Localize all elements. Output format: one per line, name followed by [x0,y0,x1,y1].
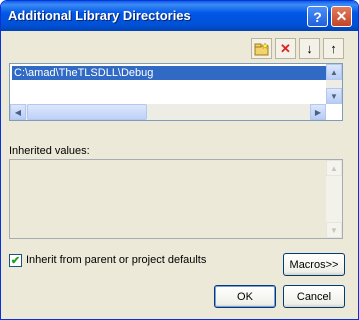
chevron-down-icon: ▼ [330,91,338,101]
move-down-button[interactable]: ↓ [299,38,320,59]
macros-button[interactable]: Macros>> [283,253,345,276]
chevron-right-icon: ▶ [314,107,322,117]
ok-button[interactable]: OK [214,285,276,308]
move-up-button[interactable]: ↑ [323,38,344,59]
inherit-label-text: Inherit from parent or project defaults [26,254,207,266]
new-line-button[interactable] [251,38,272,59]
help-button[interactable]: ? [307,6,328,27]
scroll-left-button[interactable]: ◀ [10,104,26,120]
vertical-scrollbar[interactable]: ▲ ▼ [326,64,342,104]
close-icon: ✕ [335,8,348,24]
chevron-up-icon: ▲ [330,163,338,173]
arrow-down-icon: ↓ [306,41,313,56]
chevron-up-icon: ▲ [330,67,338,77]
ok-label: OK [237,290,253,303]
list-item[interactable]: C:\amad\TheTLSDLL\Debug [12,66,328,80]
scroll-down-button[interactable]: ▼ [326,88,342,104]
arrow-up-icon: ↑ [330,41,337,56]
scroll-right-button[interactable]: ▶ [310,104,326,120]
title-bar[interactable]: Additional Library Directories ? ✕ [1,1,358,31]
scroll-up-button[interactable]: ▲ [326,64,342,80]
scroll-up-button-disabled: ▲ [326,160,342,176]
inherited-values-label: Inherited values: [9,145,90,157]
close-button[interactable]: ✕ [331,6,352,27]
macros-label: Macros>> [289,258,339,271]
inherited-scrollbar: ▲ ▼ [326,160,342,238]
scroll-thumb[interactable] [27,104,147,120]
cancel-button[interactable]: Cancel [283,285,345,308]
checkmark-icon: ✔ [10,255,21,267]
dialog-title: Additional Library Directories [8,8,191,23]
chevron-left-icon: ◀ [14,107,22,117]
delete-icon: ✕ [280,40,291,56]
help-icon: ? [313,8,322,25]
horizontal-scrollbar[interactable]: ◀ ▶ [10,104,326,120]
cancel-label: Cancel [296,290,332,303]
chevron-down-icon: ▼ [330,225,338,235]
directory-list[interactable]: C:\amad\TheTLSDLL\Debug ▲ ▼ ◀ ▶ [9,63,343,121]
folder-new-icon [254,41,269,55]
dialog-window: Additional Library Directories ? ✕ ✕ ↓ ↑… [0,0,359,320]
inherited-values-box: ▲ ▼ [9,159,343,239]
scroll-down-button-disabled: ▼ [326,222,342,238]
inherit-checkbox-label[interactable]: Inherit from parent or project defaults [26,254,206,266]
inherit-checkbox[interactable]: ✔ [9,254,22,267]
delete-button[interactable]: ✕ [275,38,296,59]
